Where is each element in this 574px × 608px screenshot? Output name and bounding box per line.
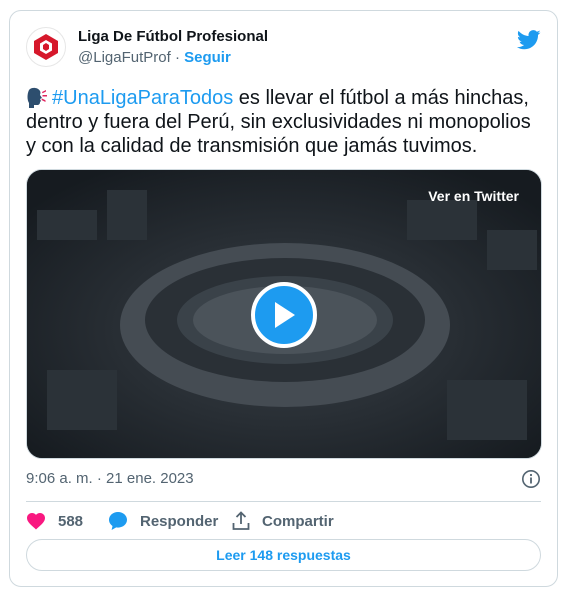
account-handle[interactable]: @LigaFutProf xyxy=(78,49,171,66)
twitter-bird-icon[interactable] xyxy=(517,29,541,51)
speaking-head-icon xyxy=(27,87,47,108)
action-bar: 588 Responder Compartir xyxy=(26,509,541,535)
share-button[interactable]: Compartir xyxy=(232,509,334,533)
reply-button[interactable]: Responder xyxy=(108,509,218,533)
like-count: 588 xyxy=(58,512,84,530)
play-button[interactable] xyxy=(251,282,317,348)
avatar[interactable] xyxy=(26,27,66,67)
share-label: Compartir xyxy=(262,512,334,530)
divider xyxy=(26,501,541,502)
heart-icon xyxy=(27,513,45,530)
like-button[interactable]: 588 xyxy=(26,509,83,533)
tweet-meta: 9:06 a. m. · 21 ene. 2023 xyxy=(26,469,541,489)
follow-button[interactable]: Seguir xyxy=(184,49,231,66)
tweet-card: Liga De Fútbol Profesional @LigaFutProf … xyxy=(9,10,558,587)
handle-separator: · xyxy=(170,49,185,66)
reply-label: Responder xyxy=(140,512,219,530)
hashtag-link[interactable]: #UnaLigaParaTodos xyxy=(52,87,233,109)
info-icon[interactable] xyxy=(521,469,541,489)
author-block: Liga De Fútbol Profesional @LigaFutProf … xyxy=(78,28,268,68)
video-player[interactable]: Ver en Twitter xyxy=(26,169,542,459)
handle-row: @LigaFutProf · Seguir xyxy=(78,48,268,68)
league-logo-icon xyxy=(34,34,58,60)
view-on-twitter-link[interactable]: Ver en Twitter xyxy=(428,188,519,204)
tweet-header: Liga De Fútbol Profesional @LigaFutProf … xyxy=(26,25,541,69)
play-icon xyxy=(275,302,295,328)
timestamp[interactable]: 9:06 a. m. · 21 ene. 2023 xyxy=(26,470,194,487)
share-icon xyxy=(232,511,250,530)
reply-bubble-icon xyxy=(109,512,127,530)
account-name[interactable]: Liga De Fútbol Profesional xyxy=(78,28,268,46)
tweet-text: #UnaLigaParaTodos es llevar el fútbol a … xyxy=(26,86,546,158)
read-replies-button[interactable]: Leer 148 respuestas xyxy=(26,539,541,571)
